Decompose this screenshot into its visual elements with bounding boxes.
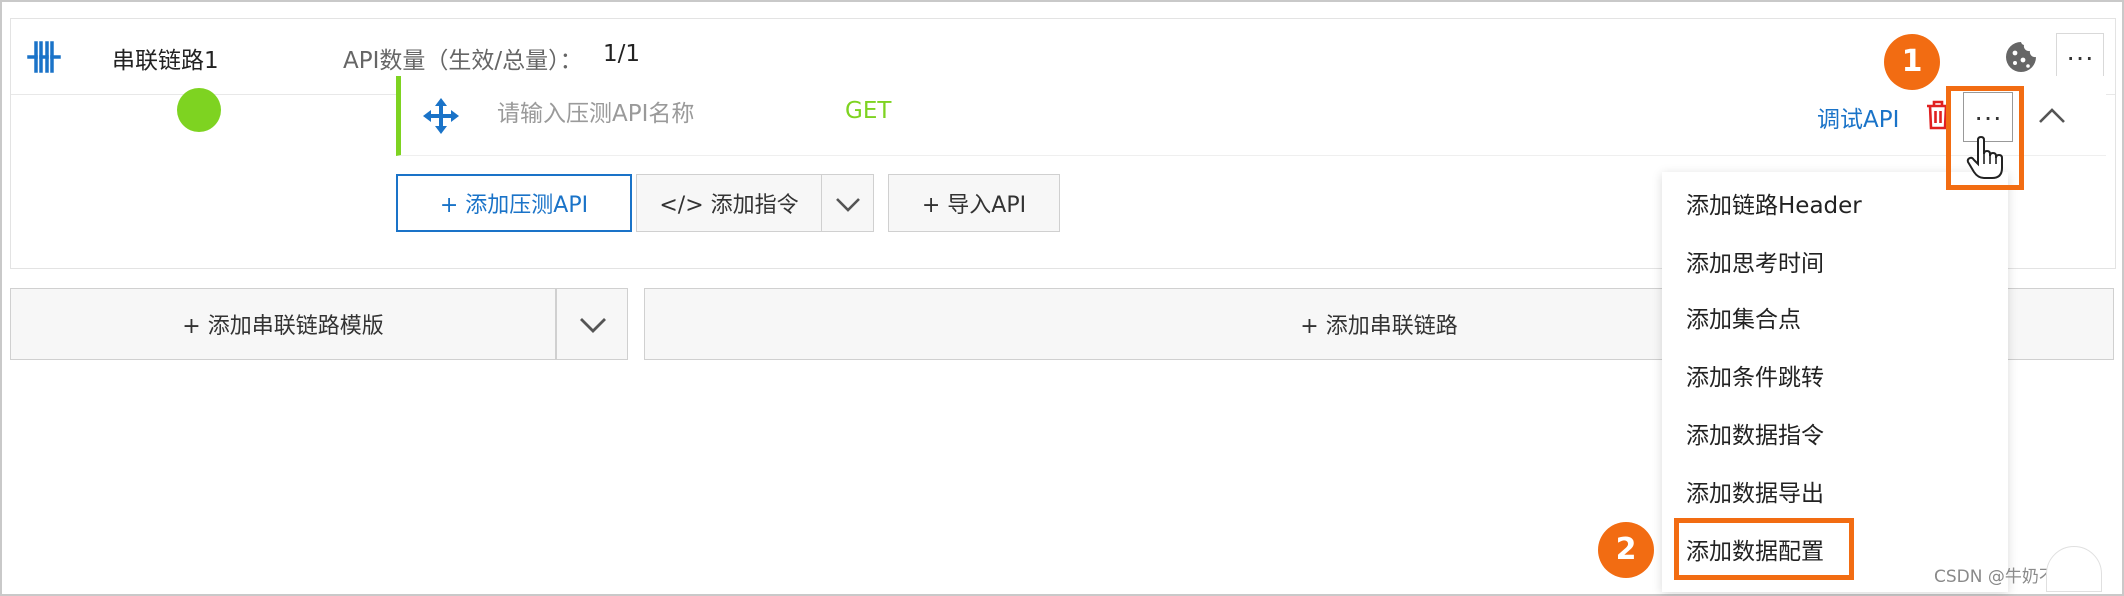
chain-name: 串联链路1	[112, 48, 219, 74]
move-icon[interactable]	[421, 96, 461, 136]
api-count-value: 1/1	[603, 41, 641, 67]
cookie-icon[interactable]	[2003, 39, 2039, 75]
menu-item-add-data-directive[interactable]: 添加数据指令	[1686, 416, 1824, 450]
chevron-down-icon	[580, 318, 606, 333]
chevron-down-icon	[836, 198, 860, 212]
menu-item-add-header[interactable]: 添加链路Header	[1686, 186, 1862, 220]
directive-dropdown-button[interactable]	[822, 174, 874, 232]
menu-item-add-think-time[interactable]: 添加思考时间	[1686, 244, 1824, 278]
add-template-button[interactable]: + 添加串联链路模版	[10, 288, 556, 360]
chain-more-button[interactable]: ···	[2056, 33, 2104, 81]
add-api-button[interactable]: + 添加压测API	[396, 174, 632, 232]
menu-item-add-data-export[interactable]: 添加数据导出	[1686, 474, 1824, 508]
template-dropdown-button[interactable]	[556, 288, 628, 360]
highlight-data-config	[1674, 518, 1854, 580]
debug-api-link[interactable]: 调试API	[1817, 100, 1899, 134]
step-badge-2: 2	[1598, 522, 1654, 578]
api-name-input[interactable]	[497, 94, 797, 134]
add-directive-button[interactable]: </> 添加指令	[636, 174, 822, 232]
api-row: GET 调试API ···	[396, 76, 2106, 156]
chain-icon	[27, 41, 61, 73]
menu-item-add-rendezvous[interactable]: 添加集合点	[1686, 300, 1801, 334]
step-badge-1: 1	[1884, 34, 1940, 90]
import-api-button[interactable]: + 导入API	[888, 174, 1060, 232]
method-label: GET	[845, 98, 892, 124]
menu-item-add-condition-jump[interactable]: 添加条件跳转	[1686, 358, 1824, 392]
hand-cursor-icon	[1966, 136, 2003, 179]
chevron-up-icon[interactable]	[2037, 104, 2067, 126]
status-dot	[177, 88, 221, 132]
api-count-label: API数量（生效/总量）：	[343, 48, 583, 74]
